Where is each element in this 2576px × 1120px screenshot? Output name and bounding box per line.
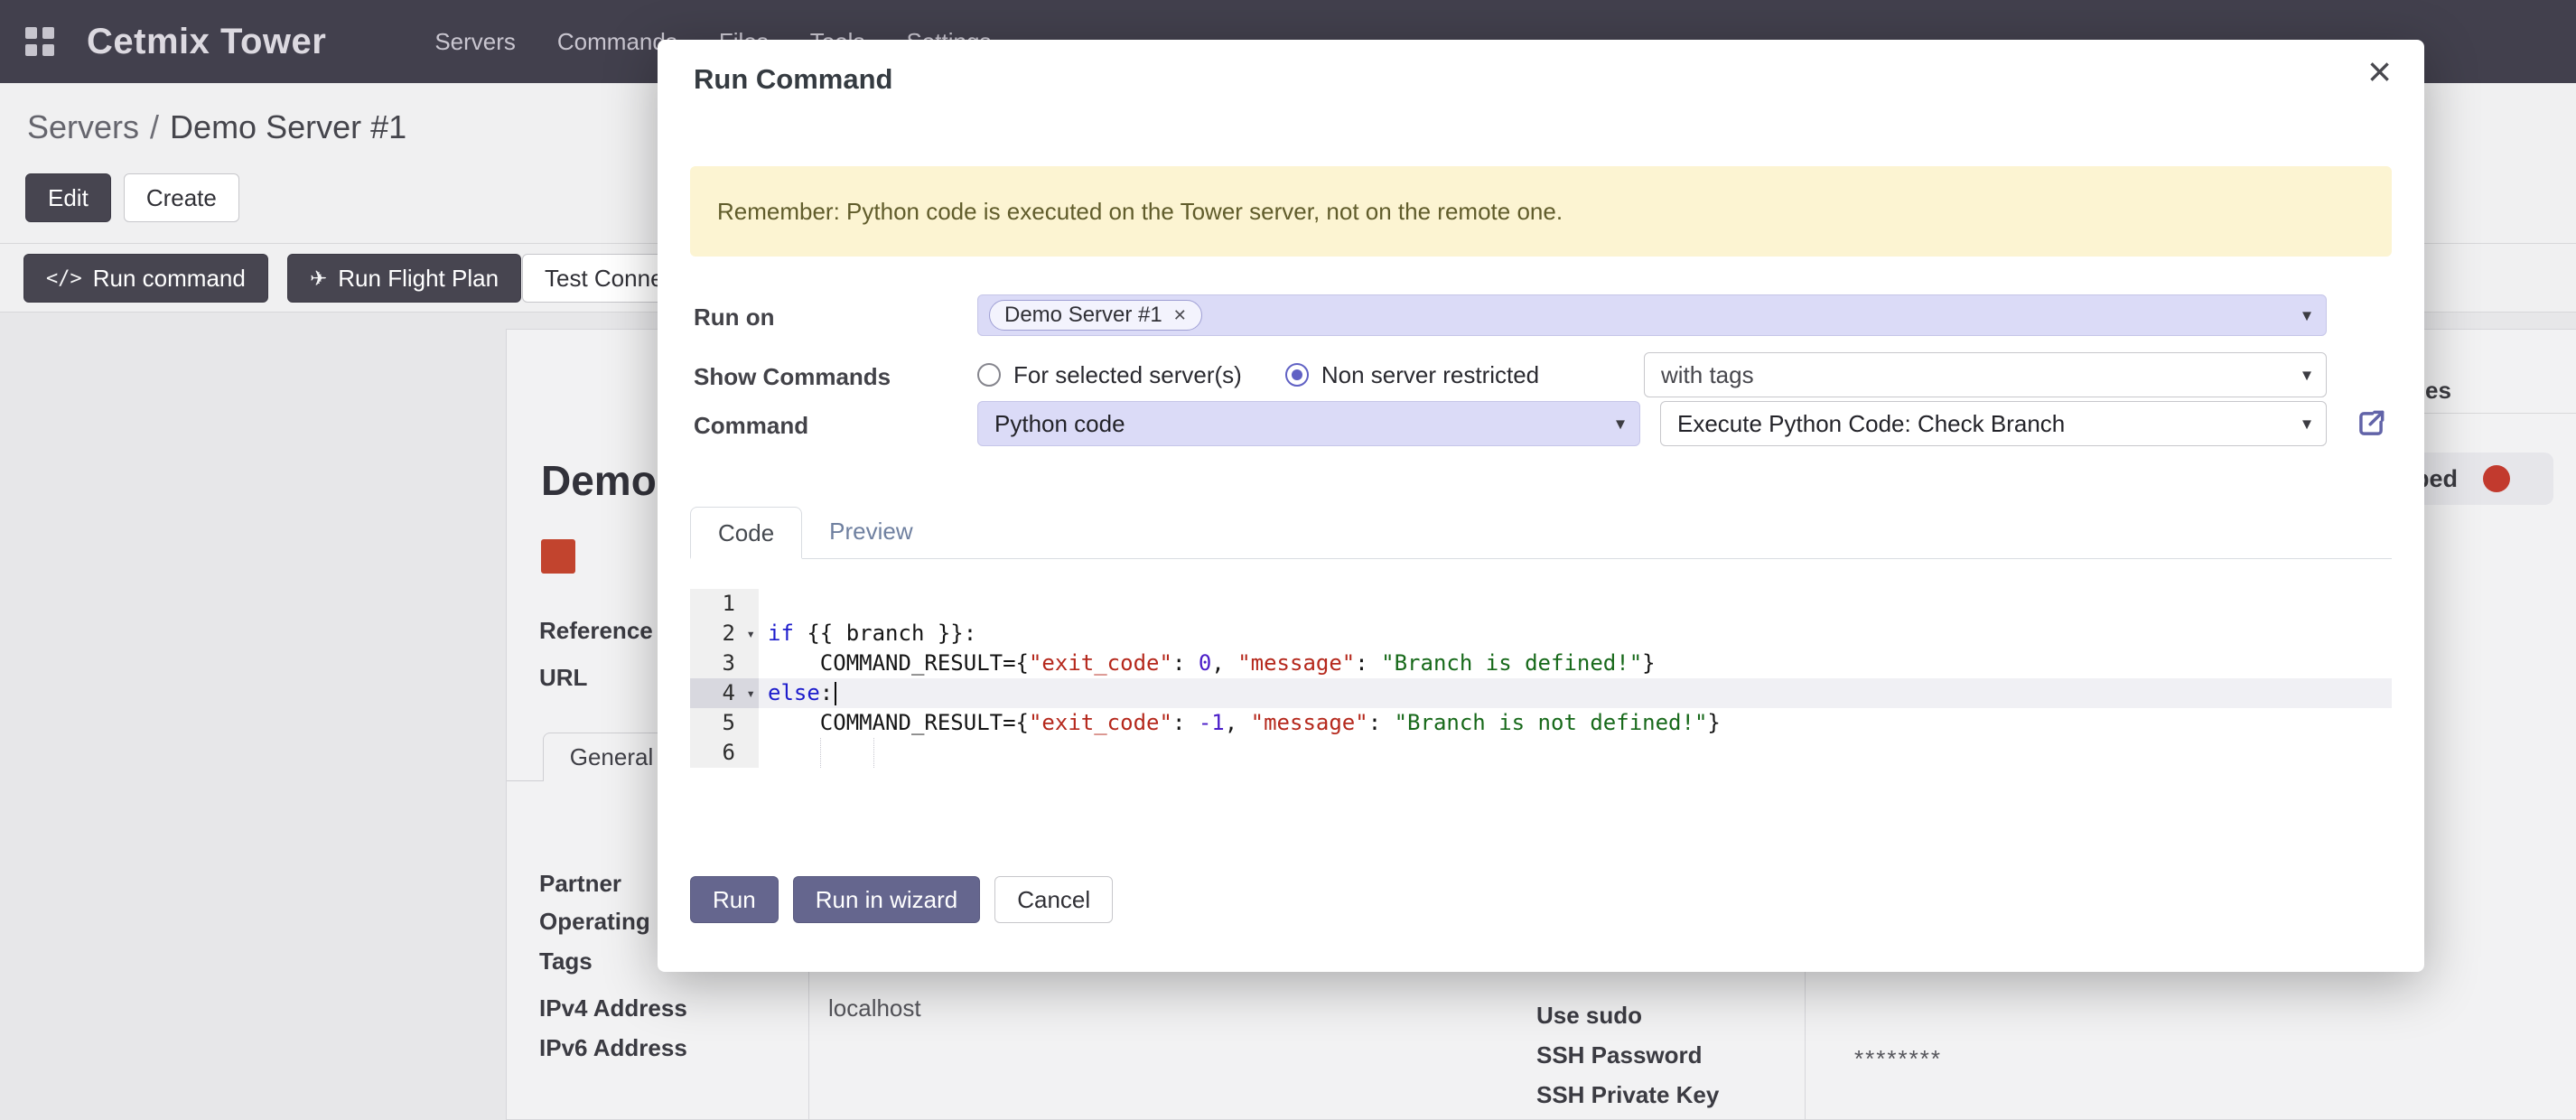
code-line-4[interactable]: 4▾else:	[690, 678, 2392, 708]
code-icon: </>	[46, 267, 82, 290]
code-text	[759, 589, 2392, 619]
external-link-icon[interactable]	[2354, 406, 2388, 441]
line-number: 3	[690, 649, 759, 678]
chevron-down-icon[interactable]: ▾	[1616, 413, 1625, 435]
ssh-password-label: SSH Password	[1536, 1041, 1703, 1069]
server-color-swatch[interactable]	[541, 539, 575, 574]
url-label: URL	[539, 664, 587, 692]
indent-guide	[820, 738, 821, 768]
server-tag-label: Demo Server #1	[1004, 303, 1162, 328]
dialog-footer: Run Run in wizard Cancel	[690, 876, 1113, 923]
reference-label: Reference	[539, 617, 653, 645]
ipv4-label: IPv4 Address	[539, 994, 687, 1022]
fold-arrow-icon[interactable]: ▾	[746, 619, 755, 649]
tab-code[interactable]: Code	[690, 507, 802, 559]
command-type-value: Python code	[994, 410, 1125, 438]
code-text: COMMAND_RESULT={"exit_code": -1, "messag…	[759, 708, 2392, 738]
run-flight-plan-button[interactable]: ✈ Run Flight Plan	[287, 254, 521, 303]
code-text: if {{ branch }}:	[759, 619, 2392, 649]
command-label: Command	[694, 412, 808, 440]
code-line-1[interactable]: 1	[690, 589, 2392, 619]
app-brand[interactable]: Cetmix Tower	[87, 22, 326, 62]
smart-button-text[interactable]: es	[2425, 377, 2451, 405]
run-on-label: Run on	[694, 303, 775, 331]
radio-option-1[interactable]: For selected server(s)	[977, 361, 1242, 389]
with-tags-select[interactable]: with tags ▾	[1644, 352, 2327, 397]
code-line-3[interactable]: 3 COMMAND_RESULT={"exit_code": 0, "messa…	[690, 649, 2392, 678]
run-button[interactable]: Run	[690, 876, 779, 923]
text-cursor	[835, 682, 836, 705]
code-line-6[interactable]: 6	[690, 738, 2392, 768]
with-tags-value: with tags	[1661, 361, 1754, 389]
ipv4-value: localhost	[828, 994, 921, 1022]
ssh-private-key-label: SSH Private Key	[1536, 1081, 1719, 1109]
code-text	[759, 738, 2392, 768]
dialog-title: Run Command	[694, 63, 892, 96]
line-number: 5	[690, 708, 759, 738]
code-line-2[interactable]: 2▾if {{ branch }}:	[690, 619, 2392, 649]
ssh-password-value: ********	[1854, 1045, 1942, 1073]
chevron-down-icon[interactable]: ▾	[2302, 304, 2311, 327]
chevron-down-icon[interactable]: ▾	[2302, 413, 2311, 435]
show-commands-row: For selected server(s) Non server restric…	[977, 352, 2327, 397]
radio-label: For selected server(s)	[1013, 361, 1242, 389]
radio-selected-icon[interactable]	[1285, 363, 1309, 387]
use-sudo-label: Use sudo	[1536, 1002, 1642, 1030]
paper-plane-icon: ✈	[310, 266, 327, 291]
show-commands-label: Show Commands	[694, 363, 891, 391]
line-number: 2▾	[690, 619, 759, 649]
operating-system-label: Operating	[539, 908, 650, 936]
code-preview-tabs: Code Preview	[690, 506, 2392, 559]
run-command-button[interactable]: </> Run command	[23, 254, 268, 303]
run-command-dialog: Run Command × Remember: Python code is e…	[658, 40, 2424, 972]
button-box-divider	[2423, 413, 2576, 414]
code-text: else:	[759, 678, 2392, 708]
breadcrumb-separator: /	[150, 108, 159, 145]
radio-unselected-icon[interactable]	[977, 363, 1001, 387]
breadcrumb-parent[interactable]: Servers	[27, 108, 139, 145]
fold-arrow-icon[interactable]: ▾	[746, 678, 755, 708]
apps-menu-icon[interactable]	[25, 27, 54, 56]
breadcrumb-current: Demo Server #1	[170, 108, 406, 145]
edit-button[interactable]: Edit	[25, 173, 111, 222]
command-type-select[interactable]: Python code ▾	[977, 401, 1640, 446]
command-select[interactable]: Execute Python Code: Check Branch ▾	[1660, 401, 2327, 446]
line-number: 4▾	[690, 678, 759, 708]
close-icon[interactable]: ×	[2367, 51, 2392, 92]
command-select-value: Execute Python Code: Check Branch	[1677, 410, 2065, 438]
partner-label: Partner	[539, 870, 621, 898]
code-text: COMMAND_RESULT={"exit_code": 0, "message…	[759, 649, 2392, 678]
code-line-5[interactable]: 5 COMMAND_RESULT={"exit_code": -1, "mess…	[690, 708, 2392, 738]
cancel-button[interactable]: Cancel	[994, 876, 1113, 923]
code-editor[interactable]: 12▾if {{ branch }}:3 COMMAND_RESULT={"ex…	[690, 589, 2392, 768]
run-on-field[interactable]: Demo Server #1 ✕ ▾	[977, 294, 2327, 336]
create-button[interactable]: Create	[124, 173, 239, 222]
python-warning-alert: Remember: Python code is executed on the…	[690, 166, 2392, 257]
tab-preview[interactable]: Preview	[802, 506, 939, 558]
run-in-wizard-button[interactable]: Run in wizard	[793, 876, 981, 923]
radio-option-2[interactable]: Non server restricted	[1285, 361, 1539, 389]
breadcrumb: Servers / Demo Server #1	[27, 108, 406, 146]
chevron-down-icon[interactable]: ▾	[2302, 364, 2311, 387]
remove-tag-icon[interactable]: ✕	[1173, 306, 1187, 325]
line-number: 1	[690, 589, 759, 619]
nav-menu-servers[interactable]: Servers	[434, 28, 516, 56]
command-row: Python code ▾ Execute Python Code: Check…	[977, 401, 2327, 446]
line-number: 6	[690, 738, 759, 768]
indent-guide	[873, 738, 874, 768]
tags-label: Tags	[539, 947, 593, 975]
server-tag[interactable]: Demo Server #1 ✕	[989, 300, 1202, 331]
radio-label: Non server restricted	[1321, 361, 1539, 389]
ipv6-label: IPv6 Address	[539, 1034, 687, 1062]
status-stopped-dot	[2483, 465, 2510, 492]
